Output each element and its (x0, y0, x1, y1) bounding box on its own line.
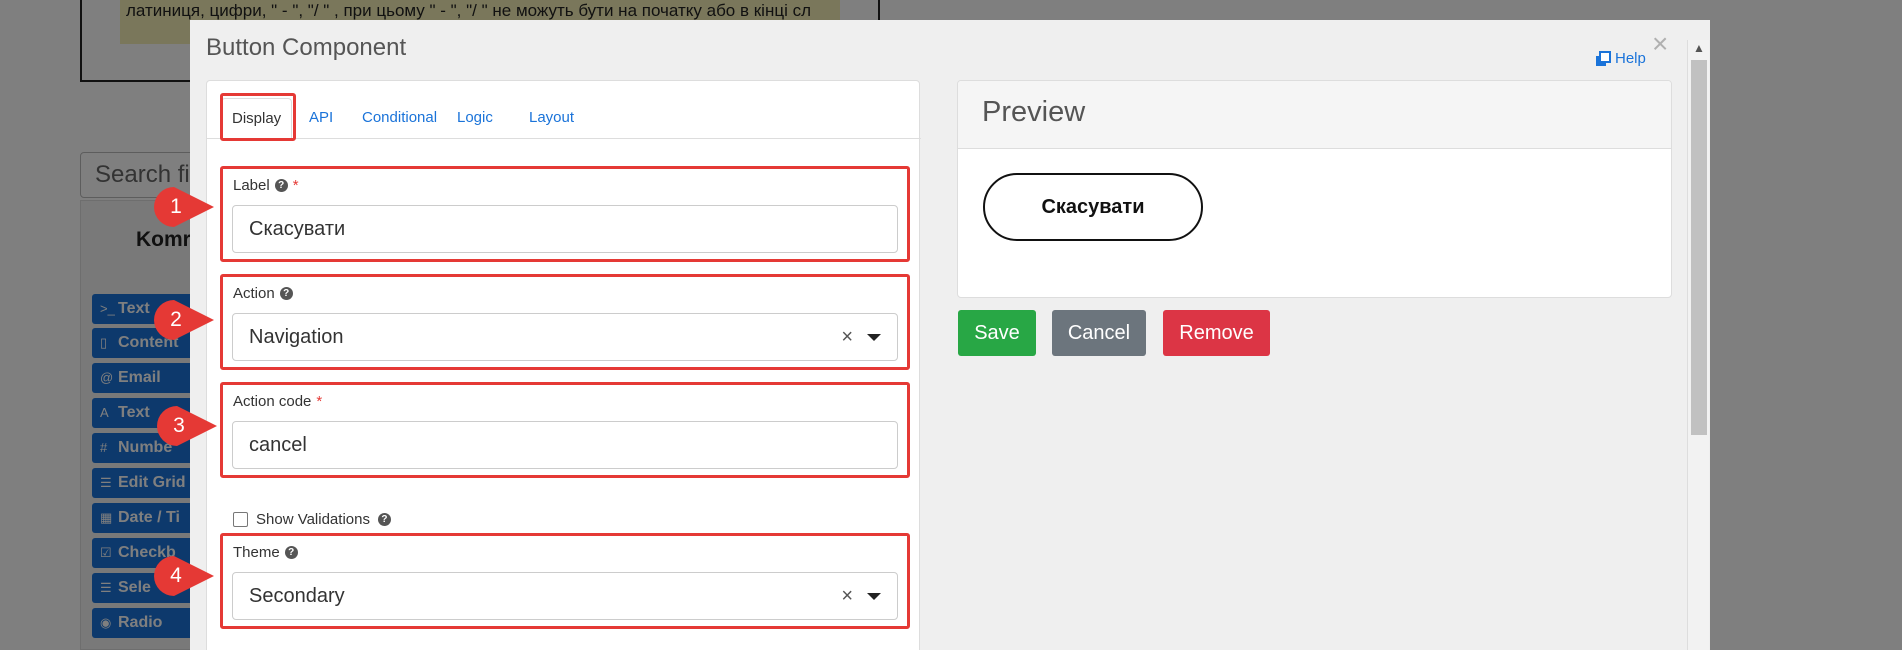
tab-layout[interactable]: Layout (519, 98, 584, 139)
action-select-value[interactable]: Navigation (249, 326, 841, 349)
question-circle-icon[interactable]: ? (274, 179, 288, 192)
preview-button[interactable]: Скасувати (983, 173, 1203, 241)
question-circle-icon[interactable]: ? (377, 513, 391, 526)
edit-form-card: Display API Conditional Logic Layout Lab… (206, 80, 921, 650)
show-validations-row: Show Validations ? (233, 511, 391, 528)
highlight-tab-display (220, 93, 296, 141)
action-field-label: Action ? (233, 285, 293, 302)
preview-title: Preview (958, 81, 1671, 149)
label-input[interactable]: Скасувати (232, 205, 898, 253)
step-number: 2 (170, 308, 182, 331)
button-component-modal: Button Component Help × Display API Cond… (190, 20, 1710, 650)
theme-field-label: Theme ? (233, 544, 298, 561)
caret-down-icon[interactable] (867, 333, 881, 341)
label-field-text: Label (233, 177, 270, 194)
show-validations-label[interactable]: Show Validations (256, 511, 370, 528)
question-circle-icon[interactable]: ? (279, 287, 293, 300)
theme-select-value[interactable]: Secondary (249, 585, 841, 608)
tab-bar: Display API Conditional Logic Layout (207, 81, 921, 139)
caret-down-icon[interactable] (867, 592, 881, 600)
help-link[interactable]: Help (1595, 50, 1646, 67)
theme-field-text: Theme (233, 544, 280, 561)
close-icon[interactable]: × (1652, 30, 1668, 58)
step-marker-2: 2 (152, 298, 216, 342)
step-marker-4: 4 (152, 554, 216, 598)
required-asterisk: * (292, 177, 299, 194)
action-code-field-label: Action code * (233, 393, 322, 410)
action-code-input[interactable]: cancel (232, 421, 898, 469)
modal-scrollbar[interactable]: ▲ (1687, 40, 1709, 650)
tab-api[interactable]: API (299, 98, 343, 139)
step-number: 4 (170, 564, 182, 587)
step-marker-1: 1 (152, 185, 216, 229)
action-code-input-value[interactable]: cancel (249, 434, 881, 457)
step-marker-3: 3 (155, 404, 219, 448)
remove-button[interactable]: Remove (1163, 310, 1270, 356)
clear-icon[interactable]: × (841, 585, 853, 608)
action-select[interactable]: Navigation × (232, 313, 898, 361)
clear-icon[interactable]: × (841, 326, 853, 349)
step-number: 3 (173, 414, 185, 437)
preview-card: Preview Скасувати (957, 80, 1672, 298)
question-circle-icon[interactable]: ? (284, 546, 298, 559)
theme-select[interactable]: Secondary × (232, 572, 898, 620)
tab-logic[interactable]: Logic (447, 98, 503, 139)
action-field-text: Action (233, 285, 275, 302)
action-code-field-text: Action code (233, 393, 312, 410)
help-label[interactable]: Help (1615, 50, 1646, 67)
label-field-label: Label ? * (233, 177, 299, 194)
scrollbar-thumb[interactable] (1691, 60, 1707, 435)
cancel-button[interactable]: Cancel (1052, 310, 1146, 356)
save-button[interactable]: Save (958, 310, 1036, 356)
external-link-icon (1596, 50, 1611, 66)
scroll-up-icon[interactable]: ▲ (1693, 41, 1705, 55)
step-number: 1 (170, 195, 182, 218)
modal-title: Button Component (206, 34, 407, 61)
label-input-value[interactable]: Скасувати (249, 218, 881, 241)
show-validations-checkbox[interactable] (233, 512, 248, 527)
required-asterisk: * (316, 393, 323, 410)
tab-conditional[interactable]: Conditional (352, 98, 447, 139)
